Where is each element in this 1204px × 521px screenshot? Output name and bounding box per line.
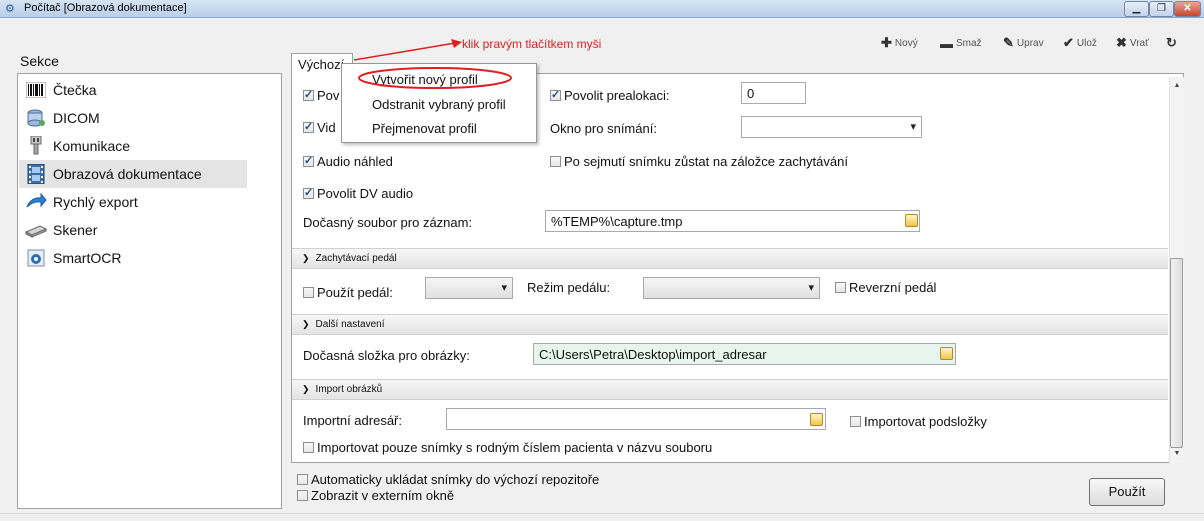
scroll-down-icon[interactable]: ▼ [1172,450,1182,457]
temp-folder-input[interactable]: C:\Users\Petra\Desktop\import_adresar [533,343,956,365]
prealloc-input[interactable]: 0 [741,82,806,104]
allow-prealloc-checkbox[interactable]: Povolit prealokaci: [550,88,670,103]
sidebar-item-label: Rychlý export [53,194,138,210]
annotation-text: klik pravým tlačítkem myši [462,37,602,51]
video-option-checkbox[interactable]: Vid [303,120,336,135]
collapse-chevron-icon: ❯ [302,384,310,394]
refresh-icon: ↻ [1166,35,1177,50]
sidebar-item-label: SmartOCR [53,250,122,266]
minimize-button[interactable]: ▁ [1124,1,1149,17]
maximize-button[interactable]: ❐ [1149,1,1174,17]
close-button[interactable]: ✕ [1174,1,1201,17]
audio-preview-checkbox[interactable]: Audio náhled [303,154,393,169]
capture-window-select[interactable] [741,116,922,138]
autosave-checkbox[interactable]: Automaticky ukládat snímky do výchozí re… [297,472,599,487]
sidebar-item-skener[interactable]: Skener [19,216,247,244]
new-button[interactable]: ✚ Nový [881,35,918,51]
edit-button[interactable]: ✎ Uprav [1003,35,1044,51]
sidebar-heading: Sekce [20,53,59,69]
scroll-up-icon[interactable]: ▲ [1172,82,1182,89]
scroll-thumb[interactable] [1170,258,1183,448]
app-icon: ⚙ [5,3,15,15]
folder-browse-icon[interactable] [940,347,953,360]
collapse-chevron-icon: ❯ [302,253,310,263]
sidebar-item-komunikace[interactable]: Komunikace [19,132,247,160]
sidebar-item-obrazova-dokumentace[interactable]: Obrazová dokumentace [19,160,247,188]
sidebar-item-label: Skener [53,222,98,238]
reverse-pedal-checkbox[interactable]: Reverzní pedál [835,280,936,295]
section-list: Čtečka DICOM Komunikace Obrazová dokumen… [17,73,282,509]
folder-browse-icon[interactable] [905,214,918,227]
ocr-icon [25,248,47,268]
use-pedal-checkbox[interactable]: Použít pedál: [303,285,393,300]
temp-folder-label: Dočasná složka pro obrázky: [303,348,470,363]
sidebar-item-label: Komunikace [53,138,131,154]
sidebar-item-label: Čtečka [53,82,97,98]
highlight-ellipse [358,67,512,89]
allow-dv-audio-checkbox[interactable]: Povolit DV audio [303,186,413,201]
pedal-mode-label: Režim pedálu: [527,280,611,295]
sidebar-item-label: Obrazová dokumentace [53,166,202,182]
import-dir-input[interactable] [446,408,826,430]
section-header-pedal[interactable]: ❯ Zachytávací pedál [292,248,1168,269]
checkmark-icon: ✔ [1063,35,1074,50]
import-subfolders-checkbox[interactable]: Importovat podsložky [850,414,987,429]
barcode-icon [25,80,47,100]
collapse-chevron-icon: ❯ [302,319,310,329]
allow-option-checkbox[interactable]: Pov [303,88,339,103]
section-header-other[interactable]: ❯ Další nastavení [292,314,1168,335]
refresh-button[interactable]: ↻ [1166,35,1177,51]
connector-icon [25,136,47,156]
delete-button[interactable]: ▬ Smaž [940,35,982,51]
film-icon [25,164,47,184]
sidebar-item-ctecka[interactable]: Čtečka [19,76,247,104]
revert-button[interactable]: ✖ Vrať [1116,35,1149,51]
save-button[interactable]: ✔ Ulož [1063,35,1097,51]
database-icon [25,108,47,128]
scanner-icon [25,220,47,240]
import-dir-label: Importní adresář: [303,413,402,428]
capture-window-label: Okno pro snímání: [550,121,657,136]
pedal-mode-select[interactable] [643,277,820,299]
sidebar-item-rychly-export[interactable]: Rychlý export [19,188,247,216]
window-title: Počítač [Obrazová dokumentace] [24,2,187,14]
sidebar-item-dicom[interactable]: DICOM [19,104,247,132]
sidebar-item-smartocr[interactable]: SmartOCR [19,244,247,272]
pencil-icon: ✎ [1003,35,1014,50]
temp-file-label: Dočasný soubor pro záznam: [303,215,473,230]
temp-file-input[interactable]: %TEMP%\capture.tmp [545,210,920,232]
export-arrow-icon [25,192,47,212]
x-mark-icon: ✖ [1116,35,1127,50]
menu-item-delete-profile[interactable]: Odstranit vybraný profil [372,97,506,112]
apply-button[interactable]: Použít [1089,478,1165,506]
plus-icon: ✚ [881,35,892,50]
stay-on-tab-checkbox[interactable]: Po sejmutí snímku zůstat na záložce zach… [550,154,848,169]
external-window-checkbox[interactable]: Zobrazit v externím okně [297,488,454,503]
sidebar-item-label: DICOM [53,110,100,126]
pedal-select[interactable] [425,277,513,299]
section-header-import[interactable]: ❯ Import obrázků [292,379,1168,400]
import-only-with-id-checkbox[interactable]: Importovat pouze snímky s rodným číslem … [303,440,712,455]
window-frame-bottom [0,513,1204,521]
minus-icon: ▬ [940,35,953,51]
menu-item-rename-profile[interactable]: Přejmenovat profil [372,121,477,136]
folder-browse-icon[interactable] [810,413,823,426]
